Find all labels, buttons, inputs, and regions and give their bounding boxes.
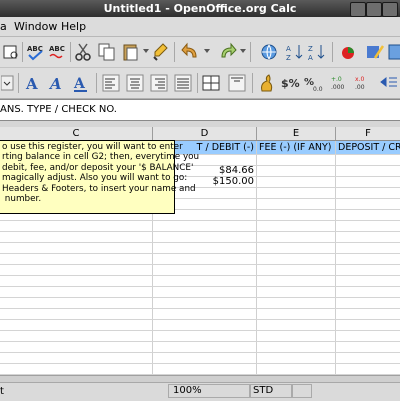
number-format-currency-icon[interactable]: [256, 72, 278, 94]
number-format-percent-icon[interactable]: $%: [280, 72, 302, 94]
standard-toolbar: ABC ABC AZ ZA: [0, 37, 400, 68]
cell-comment-text: o use this register, you will want to en…: [2, 142, 199, 205]
formula-bar[interactable]: ANS. TYPE / CHECK NO.: [0, 99, 400, 121]
column-header-c[interactable]: C: [0, 127, 153, 140]
sort-ascending-icon[interactable]: AZ: [284, 41, 306, 63]
print-preview-icon[interactable]: [0, 41, 22, 63]
status-mode: STD: [253, 385, 274, 396]
show-draw-functions-icon[interactable]: [364, 41, 386, 63]
hyperlink-icon[interactable]: [258, 41, 280, 63]
maximize-button[interactable]: [366, 2, 382, 17]
delete-decimal-place-icon[interactable]: x.0.00: [354, 72, 376, 94]
navigator-icon[interactable]: [384, 41, 400, 63]
sort-descending-icon[interactable]: ZA: [306, 41, 328, 63]
cut-icon[interactable]: [72, 41, 94, 63]
formatting-toolbar: A A A $% % 0.0 +.0.000 x.0.00: [0, 68, 400, 99]
align-left-icon[interactable]: [100, 72, 122, 94]
header-cell-e-text: FEE (-) (IF ANY): [259, 142, 332, 153]
column-header-d[interactable]: D: [153, 127, 257, 140]
add-decimal-place-icon[interactable]: +.0.000: [330, 72, 352, 94]
status-page: t: [0, 386, 4, 397]
svg-text:Z: Z: [286, 54, 291, 62]
column-header-e[interactable]: E: [257, 127, 336, 140]
copy-icon[interactable]: [96, 41, 118, 63]
column-headers: C D E F: [0, 127, 400, 141]
column-header-f[interactable]: F: [336, 127, 400, 140]
status-bar: t 100% STD: [0, 382, 400, 401]
decrease-indent-icon[interactable]: [378, 72, 400, 94]
header-cell-f-text: DEPOSIT / CR: [338, 142, 400, 153]
svg-text:x.0: x.0: [355, 76, 364, 83]
merge-cells-icon[interactable]: [200, 72, 222, 94]
svg-text:Z: Z: [308, 45, 313, 53]
minimize-button[interactable]: [350, 2, 366, 17]
undo-icon[interactable]: [180, 41, 202, 63]
paste-icon[interactable]: [120, 41, 142, 63]
status-modified-box: [292, 384, 312, 398]
svg-text:+.0: +.0: [331, 76, 342, 83]
justify-icon[interactable]: [172, 72, 194, 94]
menu-bar: a Window Help: [0, 17, 400, 37]
clone-formatting-icon[interactable]: [150, 41, 172, 63]
bold-icon[interactable]: A: [22, 72, 44, 94]
svg-text:A: A: [73, 76, 86, 92]
spellcheck-icon[interactable]: ABC: [24, 41, 46, 63]
svg-text:0.0: 0.0: [313, 86, 323, 93]
menu-window[interactable]: Window: [14, 20, 57, 33]
header-cell-e[interactable]: FEE (-) (IF ANY): [257, 141, 335, 154]
insert-chart-icon[interactable]: [338, 41, 360, 63]
window-title-bar: Untitled1 - OpenOffice.org Calc: [0, 0, 400, 17]
align-center-icon[interactable]: [124, 72, 146, 94]
italic-icon[interactable]: A: [46, 72, 68, 94]
window-title: Untitled1 - OpenOffice.org Calc: [103, 2, 297, 15]
menu-help[interactable]: Help: [61, 20, 86, 33]
svg-text:A: A: [25, 75, 38, 93]
status-zoom: 100%: [173, 385, 202, 396]
menu-data[interactable]: a: [0, 20, 7, 33]
svg-text:.000: .000: [331, 84, 345, 91]
svg-text:A: A: [286, 45, 291, 53]
svg-text:A: A: [308, 54, 313, 62]
svg-text:$%: $%: [281, 77, 300, 90]
header-cell-f[interactable]: DEPOSIT / CR: [336, 141, 400, 154]
header-cell-d-text: T / DEBIT (-): [196, 142, 254, 153]
status-mode-box[interactable]: STD: [250, 384, 292, 398]
font-size-dropdown[interactable]: [0, 72, 16, 94]
svg-text:A: A: [48, 75, 62, 93]
status-zoom-box[interactable]: 100%: [168, 384, 250, 398]
underline-icon[interactable]: A: [70, 72, 92, 94]
svg-text:.00: .00: [355, 84, 365, 91]
formula-input[interactable]: ANS. TYPE / CHECK NO.: [0, 104, 117, 115]
autospellcheck-icon[interactable]: ABC: [46, 41, 68, 63]
close-button[interactable]: [382, 2, 398, 17]
number-format-decimal-icon[interactable]: % 0.0: [304, 72, 326, 94]
cell-comment: o use this register, you will want to en…: [0, 140, 199, 214]
svg-text:ABC: ABC: [49, 45, 65, 53]
align-right-icon[interactable]: [148, 72, 170, 94]
redo-icon[interactable]: [216, 41, 238, 63]
align-top-icon[interactable]: [226, 72, 248, 94]
